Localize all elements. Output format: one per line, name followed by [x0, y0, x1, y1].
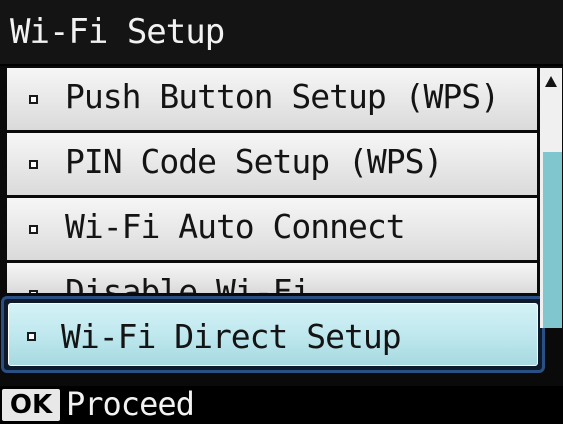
menu-item-wifi-direct-setup[interactable]: Wi-Fi Direct Setup — [1, 296, 545, 373]
square-bullet-icon — [29, 290, 38, 293]
square-bullet-icon — [27, 332, 36, 341]
ok-key-icon: OK — [2, 389, 60, 421]
selection-highlight: Wi-Fi Direct Setup — [8, 303, 538, 366]
title-bar: Wi-Fi Setup — [0, 0, 563, 64]
scroll-thumb[interactable] — [543, 152, 562, 328]
menu-list: Push Button Setup (WPS) PIN Code Setup (… — [0, 66, 563, 386]
square-bullet-icon — [29, 95, 38, 104]
menu-item-label: Wi-Fi Direct Setup — [61, 317, 402, 356]
menu-item-label: Push Button Setup (WPS) — [65, 77, 500, 116]
page-title: Wi-Fi Setup — [10, 12, 225, 52]
menu-item-label: Disable Wi-Fi — [65, 272, 311, 293]
menu-item-wifi-auto-connect[interactable]: Wi-Fi Auto Connect — [7, 198, 537, 260]
menu-item-label: Wi-Fi Auto Connect — [65, 207, 406, 246]
footer-action-label: Proceed — [66, 385, 195, 423]
triangle-up-icon — [545, 75, 557, 87]
menu-item-pin-code-setup[interactable]: PIN Code Setup (WPS) — [7, 133, 537, 195]
scroll-up-button[interactable] — [540, 68, 562, 94]
square-bullet-icon — [29, 225, 38, 234]
menu-item-label: PIN Code Setup (WPS) — [65, 142, 443, 181]
square-bullet-icon — [29, 160, 38, 169]
scrollbar[interactable] — [540, 68, 562, 328]
printer-lcd-screen: Wi-Fi Setup Push Button Setup (WPS) PIN … — [0, 0, 563, 424]
menu-item-push-button-setup[interactable]: Push Button Setup (WPS) — [7, 68, 537, 130]
menu-item-disable-wifi[interactable]: Disable Wi-Fi — [7, 263, 537, 293]
footer-bar: OK Proceed — [0, 385, 563, 424]
